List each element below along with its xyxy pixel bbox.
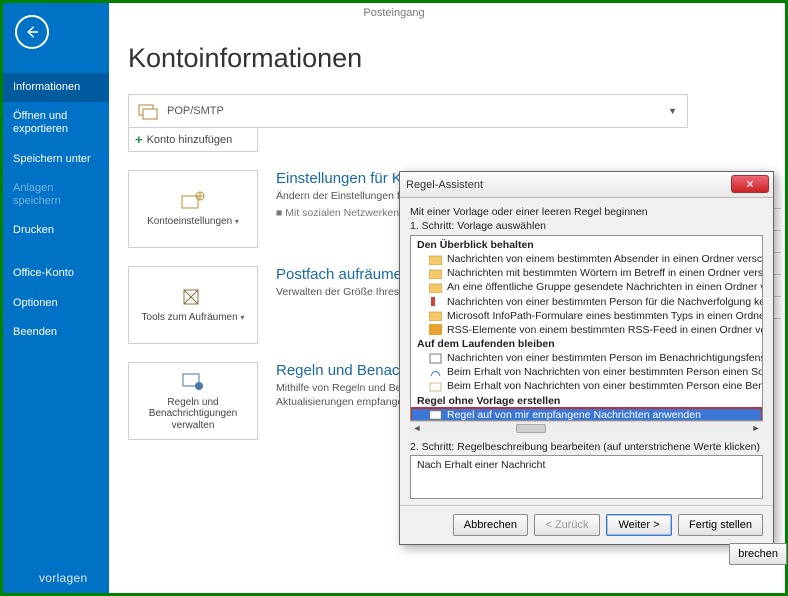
rule-description-text: Nach Erhalt einer Nachricht — [417, 459, 545, 471]
cancel-button[interactable]: Abbrechen — [453, 514, 528, 536]
app-window: Posteingang Informationen Öffnen und exp… — [0, 0, 788, 596]
list-item[interactable]: Nachrichten von einem bestimmten Absende… — [411, 252, 762, 266]
list-item[interactable]: Nachrichten von einer bestimmten Person … — [411, 295, 762, 309]
list-item[interactable]: Microsoft InfoPath-Formulare eines besti… — [411, 309, 762, 323]
list-item[interactable]: Nachrichten mit bestimmten Wörtern im Be… — [411, 266, 762, 280]
account-selector[interactable]: POP/SMTP ▼ — [128, 94, 688, 128]
list-item[interactable]: Beim Erhalt von Nachrichten von einer be… — [411, 365, 762, 379]
dialog-button-row: Abbrechen < Zurück Weiter > Fertig stell… — [400, 505, 773, 544]
account-icon — [137, 100, 159, 122]
close-icon: ✕ — [745, 178, 754, 191]
dialog-intro: Mit einer Vorlage oder einer leeren Rege… — [410, 206, 763, 218]
sidebar-item-beenden[interactable]: Beenden — [3, 318, 109, 347]
cleanup-icon — [180, 286, 206, 308]
settings-icon — [180, 190, 206, 212]
dialog-title: Regel-Assistent — [406, 179, 483, 191]
horizontal-scrollbar[interactable]: ◄ ► — [410, 421, 763, 435]
close-button[interactable]: ✕ — [731, 175, 769, 193]
sidebar-item-anlagen: Anlagen speichern — [3, 174, 109, 216]
chevron-down-icon: ▾ — [235, 217, 239, 226]
dialog-body: Mit einer Vorlage oder einer leeren Rege… — [400, 198, 773, 505]
rules-icon — [180, 371, 206, 393]
watermark-text: vorlagen — [39, 571, 87, 585]
back-button[interactable] — [15, 15, 49, 49]
chevron-down-icon: ▼ — [668, 106, 677, 116]
list-item[interactable]: An eine öffentliche Gruppe gesendete Nac… — [411, 280, 762, 294]
tile-regeln[interactable]: Regeln und Benachrichtigungen verwalten — [128, 362, 258, 440]
next-button[interactable]: Weiter > — [606, 514, 672, 536]
sidebar-item-optionen[interactable]: Optionen — [3, 289, 109, 318]
add-account-button[interactable]: + Konto hinzufügen — [128, 128, 258, 152]
list-group-header: Regel ohne Vorlage erstellen — [411, 394, 762, 408]
list-item-selected[interactable]: Regel auf von mir empfangene Nachrichten… — [411, 408, 762, 421]
rules-wizard-dialog: Regel-Assistent ✕ Mit einer Vorlage oder… — [399, 171, 774, 545]
tile-kontoeinstellungen[interactable]: Kontoeinstellungen ▾ — [128, 170, 258, 248]
inbox-label: Posteingang — [363, 7, 424, 19]
partial-button[interactable]: brechen — [729, 543, 787, 565]
sidebar: Informationen Öffnen und exportieren Spe… — [3, 3, 109, 593]
dialog-step2: 2. Schritt: Regelbeschreibung bearbeiten… — [410, 441, 763, 453]
page-title: Kontoinformationen — [128, 43, 773, 74]
arrow-left-icon — [23, 23, 41, 41]
scroll-right-icon[interactable]: ► — [750, 423, 762, 434]
scroll-thumb[interactable] — [516, 424, 546, 433]
tile-tools-aufraeumen[interactable]: Tools zum Aufräumen ▾ — [128, 266, 258, 344]
plus-icon: + — [135, 132, 143, 147]
window-header: Posteingang — [3, 3, 785, 23]
sidebar-item-oeffnen[interactable]: Öffnen und exportieren — [3, 102, 109, 144]
list-group-header: Den Überblick behalten — [411, 238, 762, 252]
account-type-label: POP/SMTP — [167, 105, 224, 117]
rule-description-box[interactable]: Nach Erhalt einer Nachricht — [410, 455, 763, 499]
sidebar-item-drucken[interactable]: Drucken — [3, 216, 109, 245]
sidebar-nav: Informationen Öffnen und exportieren Spe… — [3, 73, 109, 347]
add-account-label: Konto hinzufügen — [147, 134, 233, 146]
dialog-titlebar[interactable]: Regel-Assistent ✕ — [400, 172, 773, 198]
finish-button[interactable]: Fertig stellen — [678, 514, 763, 536]
template-listbox[interactable]: Den Überblick behalten Nachrichten von e… — [410, 235, 763, 421]
dialog-step1: 1. Schritt: Vorlage auswählen — [410, 220, 763, 232]
list-item[interactable]: RSS-Elemente von einem bestimmten RSS-Fe… — [411, 323, 762, 337]
list-item[interactable]: Nachrichten von einer bestimmten Person … — [411, 351, 762, 365]
sidebar-item-informationen[interactable]: Informationen — [3, 73, 109, 102]
list-item[interactable]: Beim Erhalt von Nachrichten von einer be… — [411, 379, 762, 393]
sidebar-item-speichern-unter[interactable]: Speichern unter — [3, 145, 109, 174]
sidebar-item-office-konto[interactable]: Office-Konto — [3, 259, 109, 288]
back-button-dlg: < Zurück — [534, 514, 600, 536]
scroll-left-icon[interactable]: ◄ — [411, 423, 423, 434]
list-group-header: Auf dem Laufenden bleiben — [411, 337, 762, 351]
chevron-down-icon: ▾ — [240, 313, 244, 322]
